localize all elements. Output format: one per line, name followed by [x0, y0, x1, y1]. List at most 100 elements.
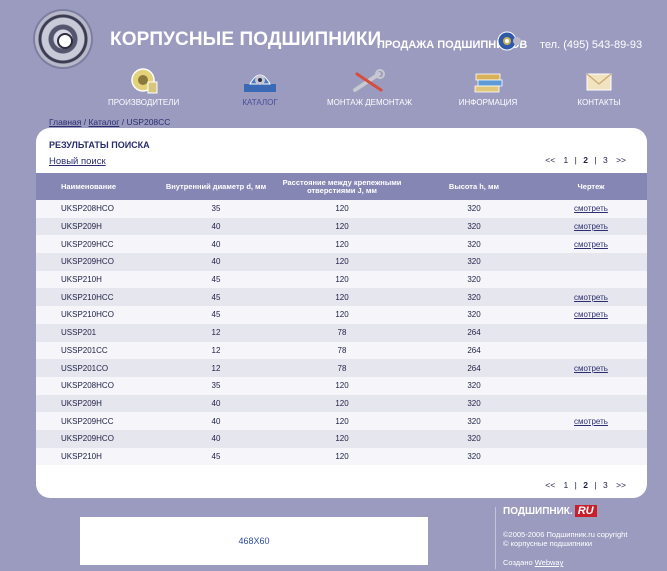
table-row: UKSP208HCO 35 120 320	[36, 376, 647, 395]
footer-made-by-label: Создано	[503, 558, 533, 567]
cell-height: 320	[413, 217, 535, 236]
logo-bearing-icon[interactable]	[35, 11, 91, 67]
pager-next-link[interactable]: >>	[613, 155, 629, 165]
breadcrumb-home-link[interactable]: Главная	[49, 117, 81, 127]
pager-separator: |	[594, 480, 597, 490]
breadcrumb-catalog-link[interactable]: Каталог	[88, 117, 119, 127]
cell-hole-distance: 120	[271, 306, 413, 324]
table-row: UKSP210H 45 120 320	[36, 447, 647, 466]
nav-item-contacts[interactable]: КОНТАКТЫ	[564, 66, 634, 107]
view-drawing-link[interactable]: смотреть	[574, 240, 608, 249]
footer-logo-text: ПОДШИПНИК.	[503, 506, 573, 517]
col-header-hole-distance: Расстояние между крепежными отверстиями …	[271, 173, 413, 200]
cell-hole-distance: 120	[271, 412, 413, 430]
pager-page-1[interactable]: 1	[561, 480, 572, 490]
footer-logo-ru: RU	[574, 505, 597, 517]
pager-separator: |	[574, 155, 577, 165]
pager-page-3[interactable]: 3	[600, 155, 611, 165]
col-header-inner-diameter: Внутренний диаметр d, мм	[161, 173, 271, 200]
view-drawing-link[interactable]: смотреть	[574, 310, 608, 319]
site-brand-title[interactable]: КОРПУСНЫЕ ПОДШИПНИКИ	[110, 29, 381, 51]
footer-copyright-line1: ©2005-2006 Подшипник.ru copyright	[503, 530, 628, 539]
breadcrumb-current: USP208CC	[126, 117, 171, 127]
footer-made-by-link[interactable]: Webway	[535, 558, 564, 567]
table-row: USSP201CO 12 78 264 смотреть	[36, 359, 647, 377]
table-row: USSP201 12 78 264	[36, 323, 647, 342]
phone-number: тел. (495) 543-89-93	[540, 39, 643, 51]
results-panel: РЕЗУЛЬТАТЫ ПОИСКА Новый поиск << 1 | 2 |…	[36, 128, 647, 498]
pagination-top: << 1 | 2 | 3 >>	[542, 155, 629, 165]
cell-inner-diameter: 45	[161, 288, 271, 307]
nav-item-manufacturers[interactable]: ПРОИЗВОДИТЕЛИ	[108, 66, 179, 107]
col-header-drawing: Чертеж	[535, 173, 647, 200]
table-header-row: Наименование Внутренний диаметр d, мм Ра…	[36, 173, 647, 200]
table-row: USSP201CC 12 78 264	[36, 341, 647, 360]
pager-page-2: 2	[583, 480, 588, 490]
cell-inner-diameter: 40	[161, 412, 271, 430]
cell-height: 320	[413, 376, 535, 395]
view-drawing-link[interactable]: смотреть	[574, 293, 608, 302]
pager-next-link[interactable]: >>	[613, 480, 629, 490]
pager-separator: |	[574, 480, 577, 490]
cell-height: 264	[413, 341, 535, 360]
pagination-bottom: << 1 | 2 | 3 >>	[542, 480, 629, 490]
main-nav: ПРОИЗВОДИТЕЛИ КАТАЛОГ МОНТАЖ ДЕМОНТАЖ ИН…	[0, 66, 667, 112]
cell-name: UKSP209HCC	[36, 235, 161, 254]
cell-hole-distance: 120	[271, 394, 413, 413]
cell-name: USSP201	[36, 323, 161, 342]
cell-height: 320	[413, 394, 535, 413]
cell-height: 320	[413, 447, 535, 466]
table-row: UKSP209HCO 40 120 320	[36, 429, 647, 448]
footer-logo[interactable]: ПОДШИПНИК. RU	[503, 505, 597, 517]
ad-banner-text: 468X60	[238, 536, 270, 546]
view-drawing-link[interactable]: смотреть	[574, 204, 608, 213]
pager-separator: |	[594, 155, 597, 165]
bearing-unit-icon	[244, 74, 276, 92]
cell-hole-distance: 120	[271, 253, 413, 271]
pager-prev-link[interactable]: <<	[542, 480, 558, 490]
nav-item-catalog[interactable]: КАТАЛОГ	[225, 66, 295, 107]
table-row: UKSP209H 40 120 320 смотреть	[36, 217, 647, 236]
pager-prev-link[interactable]: <<	[542, 155, 558, 165]
results-table: Наименование Внутренний диаметр d, мм Ра…	[36, 173, 647, 466]
cell-name: UKSP209H	[36, 217, 161, 236]
view-drawing-link[interactable]: смотреть	[574, 364, 608, 373]
cell-drawing: смотреть	[535, 217, 647, 236]
cell-inner-diameter: 12	[161, 341, 271, 360]
view-drawing-link[interactable]: смотреть	[574, 417, 608, 426]
cell-height: 320	[413, 288, 535, 307]
ad-banner[interactable]: 468X60	[80, 517, 428, 565]
nav-item-mounting[interactable]: МОНТАЖ ДЕМОНТАЖ	[327, 66, 412, 107]
envelope-icon	[586, 73, 612, 91]
cell-name: UKSP209HCO	[36, 429, 161, 448]
view-drawing-link[interactable]: смотреть	[574, 222, 608, 231]
bearing-icon	[497, 31, 521, 51]
cell-name: UKSP210HCC	[36, 288, 161, 307]
cell-hole-distance: 120	[271, 235, 413, 254]
cell-drawing: смотреть	[535, 306, 647, 324]
col-header-height: Высота h, мм	[413, 173, 535, 200]
cell-name: UKSP210H	[36, 447, 161, 466]
results-title: РЕЗУЛЬТАТЫ ПОИСКА	[49, 140, 150, 150]
cell-inner-diameter: 40	[161, 429, 271, 448]
wrench-icon	[353, 69, 385, 92]
cell-drawing	[535, 447, 647, 466]
nav-label-mounting: МОНТАЖ ДЕМОНТАЖ	[327, 98, 412, 107]
cell-drawing: смотреть	[535, 200, 647, 218]
cell-drawing	[535, 253, 647, 271]
cell-hole-distance: 120	[271, 429, 413, 448]
table-row: UKSP208HCO 35 120 320 смотреть	[36, 200, 647, 218]
new-search-link[interactable]: Новый поиск	[49, 156, 106, 167]
cell-inner-diameter: 40	[161, 217, 271, 236]
cell-drawing	[535, 323, 647, 342]
cell-inner-diameter: 12	[161, 323, 271, 342]
nav-item-information[interactable]: ИНФОРМАЦИЯ	[453, 66, 523, 107]
cell-inner-diameter: 40	[161, 394, 271, 413]
cell-name: UKSP209HCC	[36, 412, 161, 430]
cell-height: 264	[413, 323, 535, 342]
footer-copyright: ©2005-2006 Подшипник.ru copyright © корп…	[503, 530, 627, 548]
pager-page-3[interactable]: 3	[600, 480, 611, 490]
pager-page-1[interactable]: 1	[561, 155, 572, 165]
cell-drawing: смотреть	[535, 288, 647, 307]
table-row: UKSP209HCC 40 120 320 смотреть	[36, 412, 647, 430]
